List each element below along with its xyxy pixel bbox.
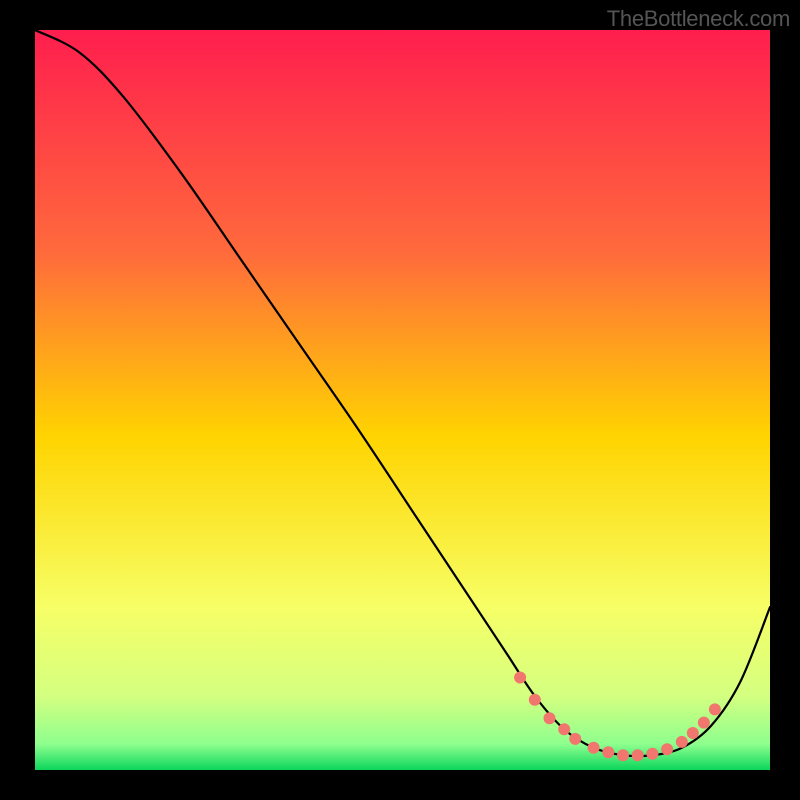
curve-marker	[687, 727, 699, 739]
chart-root: TheBottleneck.com	[0, 0, 800, 800]
curve-marker	[646, 748, 658, 760]
curve-marker	[617, 749, 629, 761]
curve-marker	[529, 694, 541, 706]
watermark-label: TheBottleneck.com	[607, 6, 790, 32]
gradient-background	[35, 30, 770, 770]
curve-marker	[588, 742, 600, 754]
chart-svg	[35, 30, 770, 770]
curve-marker	[676, 736, 688, 748]
curve-marker	[709, 703, 721, 715]
curve-marker	[544, 712, 556, 724]
curve-marker	[632, 749, 644, 761]
curve-marker	[698, 717, 710, 729]
curve-marker	[569, 733, 581, 745]
curve-marker	[514, 672, 526, 684]
plot-area	[35, 30, 770, 770]
curve-marker	[558, 723, 570, 735]
curve-marker	[602, 746, 614, 758]
curve-marker	[661, 743, 673, 755]
